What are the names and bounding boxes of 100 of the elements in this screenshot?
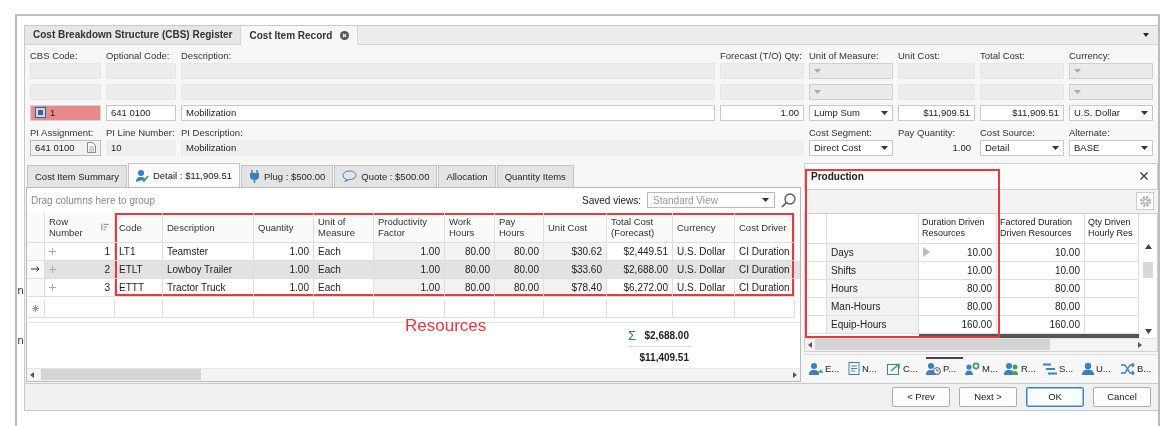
column-header[interactable]: Description — [163, 212, 254, 243]
tab[interactable]: Quote : $500.00 — [334, 164, 438, 187]
panel-tab[interactable]: P... — [926, 356, 963, 379]
panel-tab[interactable]: N... — [848, 356, 885, 379]
column-header[interactable]: Total Cost (Forecast) — [607, 212, 673, 243]
panel-tab[interactable]: U... — [1082, 356, 1119, 379]
settings-button[interactable] — [1136, 192, 1154, 211]
input-field[interactable]: 641 0100 — [106, 104, 176, 121]
column-header[interactable]: Unit of Measure — [314, 212, 374, 243]
dropdown[interactable]: Direct Cost — [809, 139, 893, 156]
column-header[interactable]: Work Hours — [445, 212, 495, 243]
new-row-cell[interactable] — [607, 299, 673, 318]
input-field[interactable]: $11,909.51 — [898, 104, 975, 121]
expand-icon[interactable] — [49, 265, 56, 273]
input-field[interactable]: 1.00 — [720, 104, 804, 121]
caret-icon — [1074, 68, 1081, 73]
panel-tab[interactable]: S... — [1043, 356, 1080, 379]
column-header[interactable]: Currency — [673, 212, 735, 243]
new-row-cell[interactable] — [314, 299, 374, 318]
column-header[interactable]: Quantity — [254, 212, 314, 243]
new-row-cell[interactable] — [254, 299, 314, 318]
table-cell[interactable]: 80.00 — [919, 279, 997, 298]
panel-tab[interactable]: M... — [965, 356, 1002, 379]
saved-views-label: Saved views: — [582, 194, 641, 206]
scroll-up-icon[interactable] — [1144, 243, 1152, 249]
dropdown[interactable]: Detail — [980, 139, 1064, 156]
tab[interactable]: Allocation — [438, 164, 496, 187]
table-cell: 80.00 — [997, 297, 1085, 316]
table-cell: 10.00 — [997, 261, 1085, 280]
column-header[interactable]: Unit Cost — [544, 212, 607, 243]
column-header[interactable]: Qty Driven Hourly Res — [1085, 213, 1139, 244]
field-label: Pay Quantity: — [898, 125, 957, 140]
new-row-cell[interactable] — [735, 299, 795, 318]
column-header[interactable]: Row Number — [45, 212, 115, 243]
tab[interactable]: Quantity Items — [496, 164, 574, 187]
header-cell — [805, 213, 827, 244]
table-row[interactable]: Equip-Hours 160.00 160.00 — [805, 315, 1157, 334]
expand-icon[interactable] — [49, 247, 56, 255]
close-icon[interactable] — [1140, 172, 1148, 181]
dropdown[interactable]: Lump Sum — [809, 104, 893, 121]
caret-icon — [1052, 145, 1059, 150]
input-field[interactable]: Mobilization — [181, 104, 715, 121]
table-row[interactable]: 1 LT1 Teamster 1.00 Each 1.00 80.00 80.00 $30.62 $2,449.51 U.S. Dollar CI Duration — [27, 242, 800, 261]
caret-icon — [1141, 145, 1148, 150]
table-cell[interactable]: 10.00 — [919, 243, 997, 262]
field-label: Cost Segment: — [809, 125, 873, 140]
cbs-code-field[interactable]: 1 — [30, 104, 101, 121]
new-row-cell[interactable] — [544, 299, 607, 318]
new-row-cell[interactable] — [115, 299, 163, 318]
new-row-cell[interactable] — [45, 299, 115, 318]
dropdown[interactable]: BASE — [1069, 139, 1153, 156]
table-cell[interactable]: 10.00 — [919, 261, 997, 280]
scrollbar-thumb[interactable] — [41, 369, 201, 381]
lookup-field[interactable]: 641 0100 — [30, 139, 101, 156]
table-cell: 1.00 — [254, 278, 314, 297]
table-cell: CI Duration — [735, 278, 795, 297]
input-field[interactable]: $11,909.51 — [980, 104, 1064, 121]
column-header[interactable]: Code — [115, 212, 163, 243]
horizontal-scrollbar[interactable] — [27, 367, 800, 381]
tab[interactable]: Detail : $11,909.51 — [127, 162, 240, 187]
new-row-cell[interactable] — [163, 299, 254, 318]
table-row[interactable]: Days 10.00 10.00 — [805, 243, 1157, 262]
table-row[interactable]: Man-Hours 80.00 80.00 — [805, 297, 1157, 316]
table-cell[interactable]: 160.00 — [919, 315, 997, 334]
document-tab[interactable]: Cost Item Record — [240, 26, 359, 45]
panel-tab[interactable]: R... — [1004, 356, 1041, 379]
new-row-cell[interactable] — [673, 299, 735, 318]
table-row[interactable]: 3 ETTT Tractor Truck 1.00 Each 1.00 80.00 80.00 $78.40 $6,272.00 U.S. Dollar CI Duration — [27, 278, 800, 297]
column-header[interactable]: Productivity Factor — [374, 212, 445, 243]
expand-icon[interactable] — [49, 283, 56, 291]
column-header[interactable]: Cost Driver — [735, 212, 795, 243]
panel-tab[interactable]: E... — [809, 356, 846, 379]
tab[interactable]: Plug : $500.00 — [241, 164, 334, 187]
dialog-button[interactable]: Cancel — [1093, 386, 1151, 407]
table-row[interactable]: Shifts 10.00 10.00 — [805, 261, 1157, 280]
new-row-cell[interactable] — [445, 299, 495, 318]
document-icon — [848, 362, 860, 376]
column-header[interactable]: Pay Hours — [495, 212, 544, 243]
table-cell[interactable]: 80.00 — [919, 297, 997, 316]
dropdown[interactable]: U.S. Dollar — [1069, 104, 1153, 121]
scrollbar-thumb[interactable] — [1143, 261, 1153, 278]
caret-icon[interactable] — [1143, 32, 1149, 37]
column-header[interactable]: Duration Driven Resources — [919, 213, 997, 244]
new-row-cell[interactable] — [495, 299, 544, 318]
new-row-cell[interactable] — [374, 299, 445, 318]
tab[interactable]: Cost Item Summary — [27, 164, 127, 187]
dialog-button[interactable]: Next > — [959, 386, 1017, 407]
document-tab[interactable]: Cost Breakdown Structure (CBS) Register — [25, 26, 241, 44]
sort-icon[interactable] — [101, 223, 110, 232]
scroll-down-icon[interactable] — [1144, 328, 1152, 334]
person-icon — [1082, 362, 1094, 376]
panel-tab[interactable]: C... — [887, 356, 924, 379]
search-icon[interactable] — [781, 192, 796, 208]
dialog-button[interactable]: OK — [1026, 386, 1084, 407]
close-icon[interactable] — [340, 30, 350, 40]
table-row[interactable]: Hours 80.00 80.00 — [805, 279, 1157, 298]
dialog-button[interactable]: < Prev — [892, 386, 950, 407]
scrollbar-thumb[interactable] — [815, 339, 1050, 351]
column-header[interactable]: Factored Duration Driven Resources — [997, 213, 1085, 244]
panel-tab[interactable]: B... — [1121, 356, 1158, 379]
